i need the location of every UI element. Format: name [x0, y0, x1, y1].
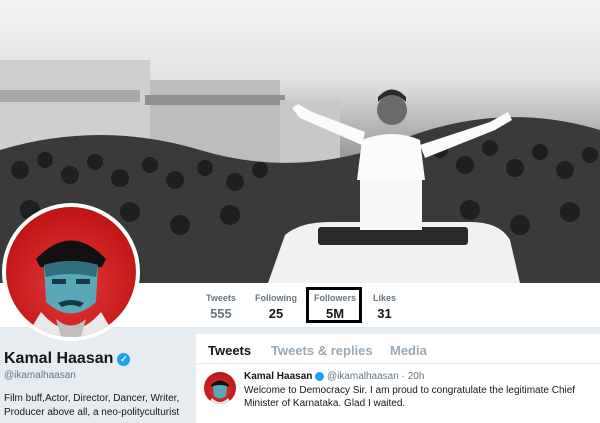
profile-bio: Film buff,Actor, Director, Dancer, Write…: [4, 393, 180, 418]
tab-tweets[interactable]: Tweets: [208, 343, 251, 358]
profile-avatar[interactable]: [2, 203, 140, 341]
tweet-author-avatar[interactable]: [204, 372, 236, 404]
timeline-panel: Tweets Tweets & replies Media Kamal Haas…: [196, 334, 600, 423]
portrait-illustration-icon: [26, 240, 116, 337]
tab-tweets-and-replies[interactable]: Tweets & replies: [271, 343, 373, 358]
tweet-separator: ·: [401, 371, 405, 382]
profile-name[interactable]: Kamal Haasan: [4, 350, 113, 368]
tab-media[interactable]: Media: [390, 343, 427, 358]
stat-likes[interactable]: Likes 31: [373, 293, 396, 321]
stat-following[interactable]: Following 25: [255, 293, 297, 321]
followers-highlight-box: [306, 287, 362, 323]
stat-tweets[interactable]: Tweets 555: [206, 293, 236, 321]
tweet-author-name[interactable]: Kamal Haasan: [244, 371, 312, 382]
tweet-verified-icon: [315, 371, 325, 381]
tweet-timestamp[interactable]: 20h: [408, 371, 425, 382]
tweet-author-handle[interactable]: @ikamalhaasan: [327, 371, 399, 382]
profile-handle[interactable]: @ikamalhaasan: [4, 370, 76, 381]
profile-name-row: Kamal Haasan ✓: [4, 350, 131, 368]
verified-badge-icon: ✓: [117, 352, 131, 366]
stat-tweets-value: 555: [210, 306, 232, 321]
timeline-tabs: Tweets Tweets & replies Media: [196, 334, 600, 364]
tweet-header: Kamal Haasan @ikamalhaasan · 20h: [244, 371, 424, 382]
avatar-illustration: [6, 207, 136, 337]
stat-likes-label: Likes: [373, 293, 397, 303]
stat-following-value: 25: [268, 306, 284, 321]
tweet-text: Welcome to Democracy Sir. I am proud to …: [244, 385, 576, 409]
portrait-thumbnail-icon: [208, 380, 232, 404]
stat-tweets-label: Tweets: [206, 293, 236, 303]
profile-info: Kamal Haasan ✓ @ikamalhaasan Film buff,A…: [0, 330, 195, 423]
tweet-item[interactable]: Kamal Haasan @ikamalhaasan · 20h Welcome…: [196, 365, 600, 423]
stat-following-label: Following: [255, 293, 297, 303]
stat-likes-value: 31: [377, 306, 392, 321]
